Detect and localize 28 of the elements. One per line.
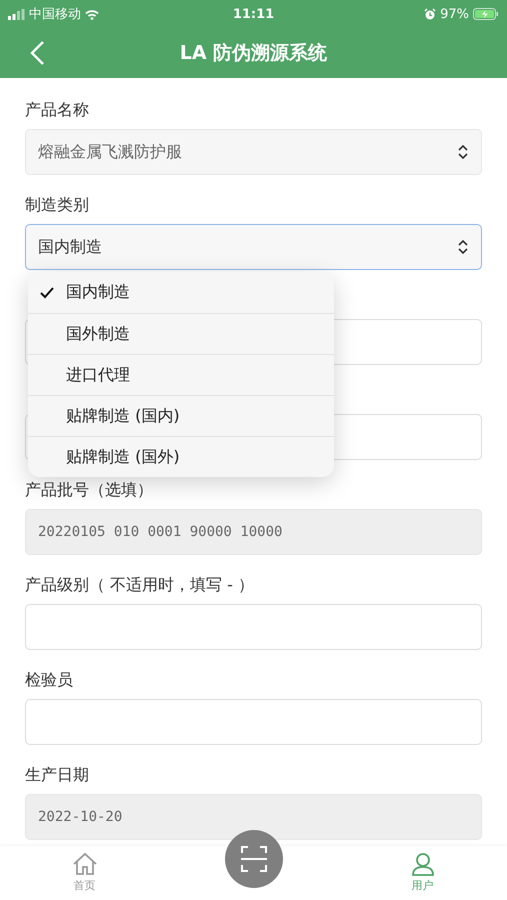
chevron-updown-icon (457, 145, 469, 159)
battery-icon (473, 8, 500, 20)
status-time: 11:11 (232, 6, 274, 22)
input-field[interactable] (25, 699, 482, 745)
menu-option[interactable]: 贴牌制造 (国外) (28, 436, 334, 477)
field-label: 产品级别（ 不适用时，填写 - ） (25, 575, 256, 595)
user-icon (410, 852, 434, 876)
field-label: 产品批号（选填） (25, 480, 154, 500)
signal-icon (8, 8, 25, 20)
alarm-icon (424, 8, 436, 20)
menu-option[interactable]: 国外制造 (28, 313, 334, 354)
input-field[interactable] (25, 604, 482, 650)
field-label: 制造类别 (25, 195, 90, 215)
checkmark-icon (40, 286, 54, 298)
field-label: 生产日期 (25, 765, 90, 785)
select-field[interactable]: 国内制造 (25, 224, 482, 270)
field-label: 检验员 (25, 670, 74, 690)
home-icon (72, 852, 98, 876)
menu-option[interactable]: 国内制造 (28, 272, 334, 313)
wifi-icon (85, 8, 99, 20)
carrier-name: 中国移动 (29, 6, 81, 23)
menu-option[interactable]: 贴牌制造 (国内) (28, 395, 334, 436)
chevron-updown-icon (457, 240, 469, 254)
menu-option[interactable]: 进口代理 (28, 354, 334, 395)
battery-percent: 97% (440, 6, 470, 22)
scan-icon (240, 844, 268, 874)
field-label: 产品名称 (25, 100, 90, 120)
window-title: LA 防伪溯源系统 (180, 41, 328, 66)
